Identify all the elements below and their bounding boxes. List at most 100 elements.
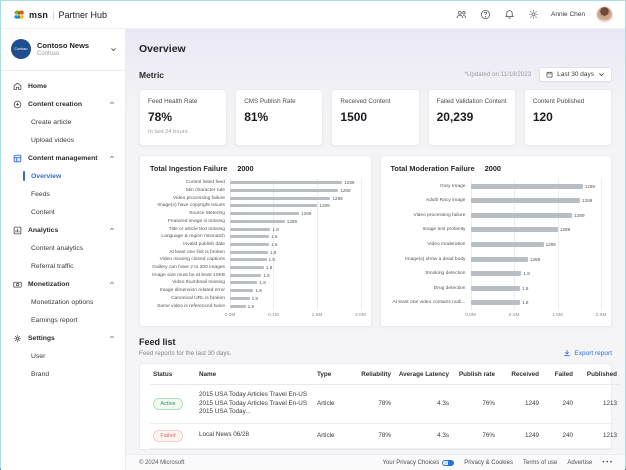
sidebar-item-content-analytics[interactable]: Content analytics bbox=[1, 239, 125, 257]
bar-value-label: 1289 bbox=[582, 198, 592, 203]
sidebar-item-referral-traffic[interactable]: Referral traffic bbox=[1, 257, 125, 275]
bar-row: 1.8 bbox=[230, 248, 361, 256]
copyright: © 2024 Microsoft bbox=[139, 460, 184, 466]
chevron-up-icon bbox=[109, 154, 115, 162]
column-header-average-latency: Average Latency bbox=[394, 364, 452, 385]
sidebar-item-monetization-options[interactable]: Monetization options bbox=[1, 293, 125, 311]
bar bbox=[230, 181, 342, 184]
sidebar-item-overview[interactable]: Overview bbox=[1, 167, 125, 185]
bar-row: 1.8 bbox=[230, 287, 361, 295]
sidebar-item-content-creation[interactable]: Content creation bbox=[1, 95, 125, 113]
help-icon[interactable] bbox=[479, 8, 492, 21]
chart-title: Total Ingestion Failure bbox=[150, 164, 227, 173]
sidebar-item-earnings-report[interactable]: Earnings report bbox=[1, 311, 125, 329]
bar-category-label: Source Metering bbox=[150, 210, 225, 218]
sidebar-item-content-management[interactable]: Content management bbox=[1, 149, 125, 167]
metric-card-content-published: Content Published120 bbox=[524, 89, 612, 146]
bell-icon[interactable] bbox=[503, 8, 516, 21]
bar-row: 1289 bbox=[471, 179, 602, 194]
bar-value-label: 1289 bbox=[344, 180, 354, 185]
sidebar-item-content[interactable]: Content bbox=[1, 203, 125, 221]
sidebar-item-label: Monetization options bbox=[31, 299, 115, 306]
sidebar-item-home[interactable]: Home bbox=[1, 77, 125, 95]
bar-value-label: 1289 bbox=[301, 211, 311, 216]
cell: 4.3s bbox=[394, 385, 452, 424]
msn-brand[interactable]: msn | Partner Hub bbox=[13, 9, 107, 21]
sidebar-item-label: Content creation bbox=[28, 101, 103, 108]
date-range-dropdown[interactable]: Last 30 days bbox=[539, 67, 612, 82]
gridline bbox=[361, 179, 362, 310]
sidebar-item-upload-videos[interactable]: Upload videos bbox=[1, 131, 125, 149]
download-icon bbox=[563, 349, 571, 357]
chevron-up-icon bbox=[109, 280, 115, 288]
bar-category-label: Canonical URL is broken bbox=[150, 295, 225, 303]
bar bbox=[471, 257, 528, 262]
footer-link-terms-of-use[interactable]: Terms of use bbox=[523, 460, 557, 466]
gear-icon[interactable] bbox=[527, 8, 540, 21]
metric-value: 1500 bbox=[340, 110, 410, 124]
bar-row: 1.8 bbox=[471, 266, 602, 281]
footer-link-your-privacy-choices[interactable]: Your Privacy Choices bbox=[382, 460, 454, 466]
updated-timestamp: *Updated on 11/18/2023 bbox=[465, 71, 532, 78]
x-axis-tick: 0.0M bbox=[225, 313, 236, 318]
sidebar-item-settings[interactable]: Settings bbox=[1, 329, 125, 347]
x-axis-tick: 0.0M bbox=[465, 313, 476, 318]
x-axis-tick: 0.1M bbox=[509, 313, 520, 318]
column-header-name: Name bbox=[196, 364, 314, 385]
bar-row: 1289 bbox=[230, 210, 361, 218]
metric-value: 78% bbox=[148, 110, 218, 124]
brand-product-label: Partner Hub bbox=[58, 10, 107, 20]
bar-category-label: Video moderation bbox=[391, 237, 466, 252]
sidebar-nav: Home Content creation Create articleUpload… bbox=[1, 77, 125, 470]
metric-label: CMS Publish Rate bbox=[244, 98, 314, 105]
content-management-icon bbox=[13, 154, 22, 163]
bar bbox=[471, 242, 544, 247]
sidebar-item-analytics[interactable]: Analytics bbox=[1, 221, 125, 239]
bar-row: 1.8 bbox=[230, 302, 361, 310]
sidebar-item-label: Settings bbox=[28, 335, 103, 342]
bar bbox=[471, 300, 521, 305]
main-area: Overview Metric *Updated on 11/18/2023 L… bbox=[126, 29, 625, 470]
sidebar-item-label: Feeds bbox=[31, 191, 115, 198]
bar bbox=[230, 274, 261, 277]
content-creation-icon bbox=[13, 100, 22, 109]
bar-row: 1289 bbox=[230, 187, 361, 195]
metric-label: Feed Health Rate bbox=[148, 98, 218, 105]
sidebar-item-create-article[interactable]: Create article bbox=[1, 113, 125, 131]
bar-row: 1.8 bbox=[230, 241, 361, 249]
bar-value-label: 1289 bbox=[287, 219, 297, 224]
cell: 4.3s bbox=[394, 423, 452, 448]
sidebar-item-label: Content bbox=[31, 209, 115, 216]
footer-link-privacy-cookies[interactable]: Privacy & Cookies bbox=[464, 460, 513, 466]
bar-category-label: At least one video contains nudi... bbox=[391, 296, 466, 311]
chevron-up-icon bbox=[109, 334, 115, 342]
user-avatar[interactable] bbox=[596, 6, 613, 23]
org-name: Contoso News bbox=[37, 41, 104, 50]
bar-row: 1289 bbox=[230, 194, 361, 202]
bar-row: 1.8 bbox=[230, 233, 361, 241]
footer-link-[interactable]: • • • bbox=[602, 460, 612, 466]
export-report-button[interactable]: Export report bbox=[563, 349, 612, 357]
sidebar-item-brand[interactable]: Brand bbox=[1, 365, 125, 383]
org-switcher[interactable]: Contoso Contoso News Contoso bbox=[1, 29, 125, 68]
sidebar-item-feeds[interactable]: Feeds bbox=[1, 185, 125, 203]
sidebar-item-user[interactable]: User bbox=[1, 347, 125, 365]
top-bar: msn | Partner Hub Annie Chen bbox=[1, 1, 625, 29]
sidebar-item-monetization[interactable]: Monetization bbox=[1, 275, 125, 293]
bar-row: 1289 bbox=[471, 194, 602, 209]
bar-category-label: Image dimension related error bbox=[150, 287, 225, 295]
brand-msn-label: msn bbox=[29, 10, 48, 20]
footer-link-advertise[interactable]: Advertise bbox=[567, 460, 592, 466]
bar-value-label: 1289 bbox=[546, 242, 556, 247]
table-row[interactable]: Active2015 USA Today Articles Travel En-… bbox=[150, 385, 620, 424]
chart-total-moderation-failure: Total Moderation Failure 2000 Gory Image… bbox=[380, 155, 613, 327]
sidebar-item-label: Content management bbox=[28, 155, 103, 162]
bar bbox=[230, 281, 257, 284]
feed-list-title: Feed list bbox=[139, 337, 231, 347]
people-icon[interactable] bbox=[455, 8, 468, 21]
table-row[interactable]: FailedLocal News 06/28Article78%4.3s76%1… bbox=[150, 423, 620, 448]
bar bbox=[471, 198, 581, 203]
sidebar-item-label: Home bbox=[28, 83, 115, 90]
bar-value-label: 1.8 bbox=[523, 271, 529, 276]
cell: 76% bbox=[452, 423, 498, 448]
